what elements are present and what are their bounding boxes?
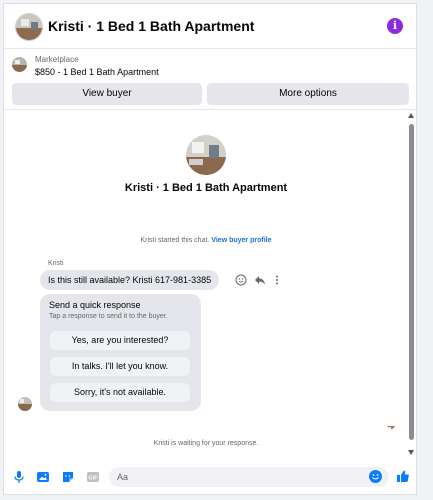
microphone-icon[interactable] xyxy=(12,470,26,484)
chat-header: Kristi · 1 Bed 1 Bath Apartment i xyxy=(4,4,416,49)
message-bubble[interactable]: Is this still available? Kristi 617-981-… xyxy=(40,270,220,290)
reply-icon[interactable] xyxy=(254,274,266,286)
more-options-button[interactable]: More options xyxy=(207,83,409,105)
view-buyer-profile-link[interactable]: View buyer profile xyxy=(211,237,271,244)
message-input[interactable]: Aa xyxy=(109,467,389,487)
emoji-icon[interactable] xyxy=(369,470,382,483)
composer: GIF Aa xyxy=(4,462,416,494)
quick-response-option[interactable]: In talks. I'll let you know. xyxy=(50,357,190,376)
thread-title: Kristi · 1 Bed 1 Bath Apartment xyxy=(124,182,288,194)
scroll-down-arrow[interactable] xyxy=(408,450,414,455)
avatar[interactable] xyxy=(186,135,226,175)
info-icon[interactable]: i xyxy=(387,18,403,34)
photo-icon[interactable] xyxy=(36,470,50,484)
quick-response-card: Send a quick response Tap a response to … xyxy=(40,294,201,411)
quick-response-option[interactable]: Sorry, it's not available. xyxy=(50,383,190,402)
chat-started-notice: Kristi started this chat. View buyer pro… xyxy=(4,237,408,244)
avatar[interactable] xyxy=(18,397,32,411)
gif-icon[interactable]: GIF xyxy=(86,470,100,484)
quick-response-subtitle: Tap a response to send it to the buyer. xyxy=(49,313,168,320)
quick-response-title: Send a quick response xyxy=(49,300,141,310)
avatar[interactable] xyxy=(15,13,43,41)
started-text: Kristi started this chat. xyxy=(140,237,210,244)
svg-text:GIF: GIF xyxy=(88,476,98,482)
scroll-thumb[interactable] xyxy=(409,124,414,440)
marketplace-label: Marketplace xyxy=(35,55,79,64)
marketplace-panel: Marketplace $850 - 1 Bed 1 Bath Apartmen… xyxy=(4,49,416,110)
message-list[interactable]: Kristi · 1 Bed 1 Bath Apartment Kristi s… xyxy=(4,110,416,459)
chat-window: Kristi · 1 Bed 1 Bath Apartment i Market… xyxy=(3,3,417,495)
waiting-notice: Kristi is waiting for your response. xyxy=(153,440,259,447)
scroll-up-arrow[interactable] xyxy=(408,113,414,118)
quick-response-option[interactable]: Yes, are you interested? xyxy=(50,331,190,350)
react-icon[interactable] xyxy=(235,274,247,286)
sticker-icon[interactable] xyxy=(61,470,75,484)
chat-title[interactable]: Kristi · 1 Bed 1 Bath Apartment xyxy=(48,18,254,34)
scrollbar[interactable] xyxy=(406,110,416,459)
listing-thumbnail[interactable] xyxy=(12,57,27,72)
more-icon[interactable] xyxy=(271,274,283,286)
seen-indicator xyxy=(387,421,395,429)
listing-price-title[interactable]: $850 - 1 Bed 1 Bath Apartment xyxy=(35,67,159,77)
view-buyer-button[interactable]: View buyer xyxy=(12,83,202,105)
sender-name: Kristi xyxy=(48,260,64,267)
like-icon[interactable] xyxy=(396,469,410,483)
